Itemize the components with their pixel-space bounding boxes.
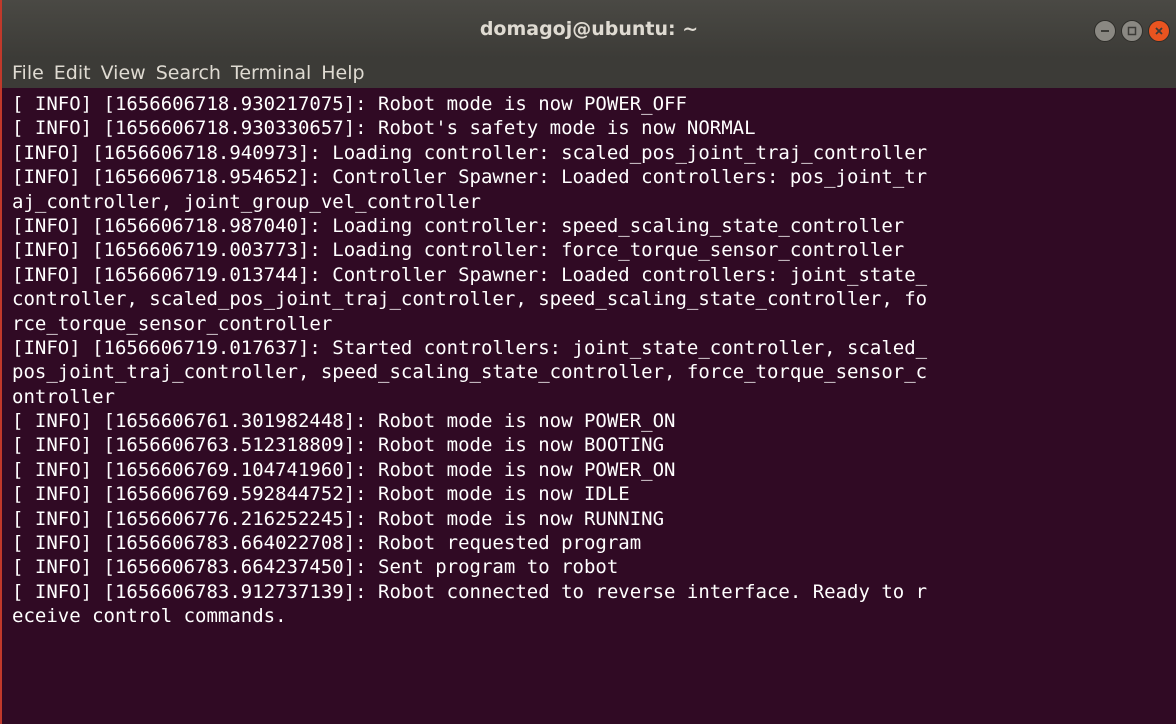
terminal-line: ontroller — [12, 385, 115, 408]
menu-bar: File Edit View Search Terminal Help — [2, 58, 1176, 88]
terminal-line: [INFO] [1656606718.940973]: Loading cont… — [12, 141, 928, 164]
terminal-line: [INFO] [1656606719.017637]: Started cont… — [12, 336, 928, 359]
terminal-output[interactable]: [ INFO] [1656606718.930217075]: Robot mo… — [2, 92, 1176, 724]
maximize-icon — [1127, 26, 1137, 36]
title-bar[interactable]: domagoj@ubuntu: ~ — [2, 0, 1176, 58]
terminal-line: [ INFO] [1656606718.930217075]: Robot mo… — [12, 93, 687, 115]
terminal-line: [ INFO] [1656606761.301982448]: Robot mo… — [12, 410, 676, 433]
close-icon — [1155, 27, 1163, 35]
terminal-line: [ INFO] [1656606718.930330657]: Robot's … — [12, 117, 756, 140]
terminal-line: [ INFO] [1656606763.512318809]: Robot mo… — [12, 434, 665, 457]
terminal-line: [ INFO] [1656606769.592844752]: Robot mo… — [12, 483, 630, 506]
close-button[interactable] — [1148, 20, 1170, 42]
terminal-line: pos_joint_traj_controller, speed_scaling… — [12, 361, 928, 384]
window-controls — [1094, 20, 1170, 44]
menu-edit[interactable]: Edit — [54, 58, 91, 88]
terminal-line: rce_torque_sensor_controller — [12, 312, 333, 335]
terminal-line: [INFO] [1656606719.003773]: Loading cont… — [12, 239, 905, 262]
terminal-line: [ INFO] [1656606783.664022708]: Robot re… — [12, 532, 642, 555]
terminal-line: [ INFO] [1656606776.216252245]: Robot mo… — [12, 507, 665, 530]
terminal-line: [INFO] [1656606718.954652]: Controller S… — [12, 166, 928, 189]
terminal-line: eceive control commands. — [12, 605, 287, 628]
maximize-button[interactable] — [1121, 20, 1143, 42]
terminal-line: [INFO] [1656606718.987040]: Loading cont… — [12, 214, 905, 237]
menu-terminal[interactable]: Terminal — [231, 58, 311, 88]
terminal-line: aj_controller, joint_group_vel_controlle… — [12, 190, 481, 213]
terminal-line: [ INFO] [1656606783.664237450]: Sent pro… — [12, 556, 619, 579]
menu-view[interactable]: View — [101, 58, 146, 88]
terminal-line: [INFO] [1656606719.013744]: Controller S… — [12, 263, 928, 286]
menu-help[interactable]: Help — [321, 58, 364, 88]
minimize-button[interactable] — [1094, 20, 1116, 42]
terminal-line: [ INFO] [1656606783.912737139]: Robot co… — [12, 580, 928, 603]
terminal-line: [ INFO] [1656606769.104741960]: Robot mo… — [12, 458, 676, 481]
terminal-line: controller, scaled_pos_joint_traj_contro… — [12, 288, 928, 311]
window-title: domagoj@ubuntu: ~ — [479, 18, 699, 40]
minimize-icon — [1101, 30, 1109, 32]
menu-search[interactable]: Search — [156, 58, 221, 88]
terminal-window: domagoj@ubuntu: ~ File Edit View Search … — [0, 0, 1176, 724]
menu-file[interactable]: File — [12, 58, 44, 88]
